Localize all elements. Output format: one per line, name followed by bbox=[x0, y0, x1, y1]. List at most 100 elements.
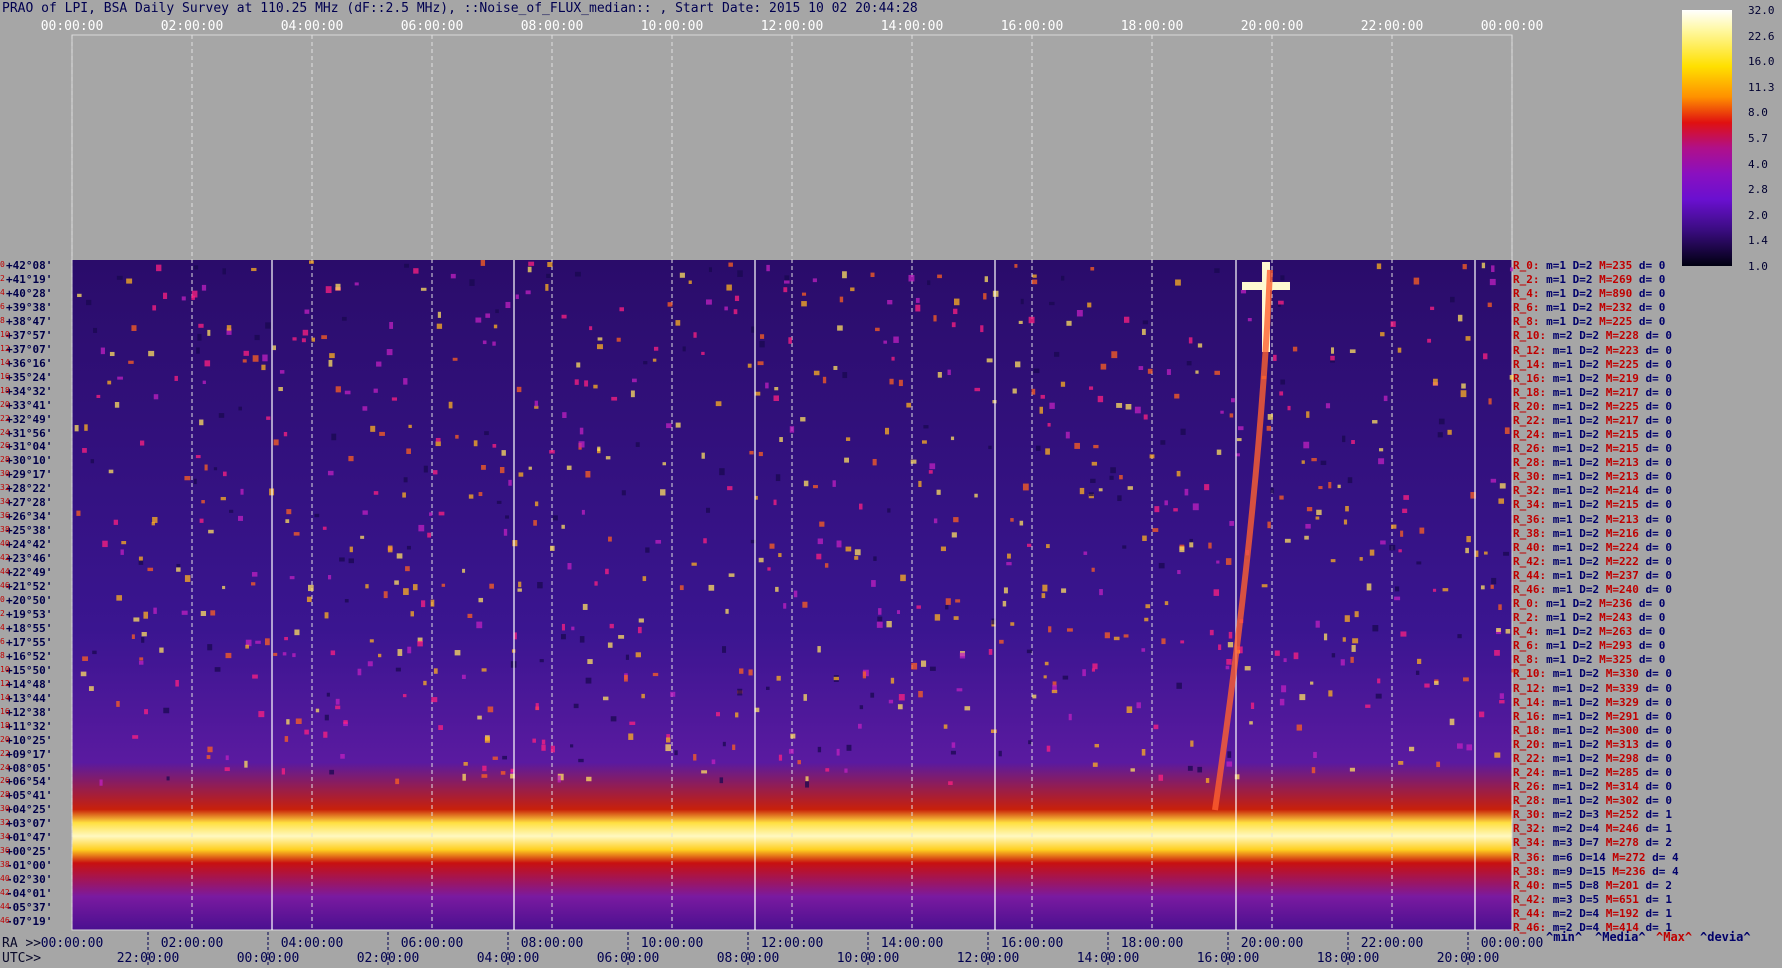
heatmap-cell bbox=[222, 268, 226, 275]
row-stat: R_14: m=1 D=2 M=225 d= 0 bbox=[1513, 357, 1672, 371]
heatmap-cell bbox=[1400, 631, 1407, 637]
heatmap-cell bbox=[735, 712, 739, 718]
heatmap-cell bbox=[408, 424, 412, 429]
heatmap-cell bbox=[518, 581, 522, 588]
heatmap-cell bbox=[988, 648, 993, 655]
row-stat: R_10: m=1 D=2 M=330 d= 0 bbox=[1513, 667, 1672, 681]
heatmap-cell bbox=[974, 387, 981, 392]
heatmap-cell bbox=[1409, 746, 1415, 752]
heatmap-cell bbox=[778, 553, 782, 558]
heatmap-cell bbox=[116, 275, 123, 280]
heatmap-cell bbox=[213, 467, 218, 471]
declination-label: +32°49' bbox=[6, 412, 53, 426]
heatmap-cell bbox=[597, 337, 603, 341]
heatmap-cell bbox=[1060, 381, 1066, 387]
heatmap-cell bbox=[1189, 542, 1194, 548]
heatmap-cell bbox=[873, 556, 877, 561]
heatmap-cell bbox=[1143, 414, 1148, 420]
heatmap-cell bbox=[732, 744, 736, 751]
heatmap-cell bbox=[1117, 495, 1122, 502]
heatmap-cell bbox=[210, 610, 216, 616]
top-tick-label: 02:00:00 bbox=[161, 19, 224, 34]
heatmap-cell bbox=[719, 777, 724, 784]
heatmap-cell bbox=[294, 629, 300, 636]
heatmap-cell bbox=[437, 311, 442, 318]
heatmap-cell bbox=[1331, 653, 1336, 658]
heatmap-cell bbox=[940, 546, 946, 552]
heatmap-cell bbox=[889, 378, 894, 385]
ra-tick-label: 10:00:00 bbox=[641, 936, 704, 951]
heatmap-cell bbox=[281, 768, 285, 775]
declination-label: +06°54' bbox=[6, 775, 53, 789]
heatmap-cell bbox=[376, 361, 382, 367]
heatmap-cell bbox=[597, 446, 601, 452]
heatmap-cell bbox=[1328, 481, 1332, 489]
heatmap-cell bbox=[1496, 627, 1501, 632]
row-index: 32 bbox=[0, 818, 10, 828]
row-stat: R_6: m=1 D=2 M=232 d= 0 bbox=[1513, 301, 1666, 315]
heatmap-cell bbox=[1094, 743, 1100, 748]
heatmap-cell bbox=[335, 386, 341, 393]
heatmap-cell bbox=[1483, 353, 1488, 360]
heatmap-cell bbox=[784, 280, 790, 284]
heatmap-cell bbox=[1179, 546, 1185, 553]
row-index: 6 bbox=[0, 301, 5, 311]
heatmap-cell bbox=[496, 500, 502, 504]
heatmap-cell bbox=[783, 287, 788, 293]
declination-label: +36°16' bbox=[6, 356, 53, 370]
top-tick-label: 20:00:00 bbox=[1241, 19, 1304, 34]
heatmap-cell bbox=[423, 680, 427, 686]
heatmap-cell bbox=[1031, 388, 1036, 395]
heatmap-cell bbox=[637, 626, 642, 634]
heatmap-cell bbox=[207, 746, 213, 753]
heatmap-cell bbox=[948, 781, 953, 785]
heatmap-cell bbox=[174, 375, 178, 381]
utc-tick-label: 08:00:00 bbox=[717, 951, 780, 966]
heatmap-cell bbox=[1380, 332, 1385, 337]
heatmap-cell bbox=[822, 376, 827, 384]
heatmap-cell bbox=[326, 692, 330, 697]
heatmap-cell bbox=[778, 754, 783, 761]
heatmap-cell bbox=[373, 388, 378, 393]
top-tick-label: 22:00:00 bbox=[1361, 19, 1424, 34]
heatmap-cell bbox=[584, 380, 589, 387]
heatmap-cell bbox=[1076, 309, 1083, 317]
heatmap-cell bbox=[679, 272, 685, 278]
heatmap-cell bbox=[208, 529, 214, 534]
heatmap-cell bbox=[954, 298, 960, 306]
heatmap-cell bbox=[1461, 383, 1466, 389]
heatmap-cell bbox=[207, 329, 211, 336]
heatmap-cell bbox=[1042, 584, 1048, 592]
heatmap-cell bbox=[906, 402, 912, 408]
heatmap-cell bbox=[645, 547, 650, 553]
heatmap-cell bbox=[492, 341, 496, 346]
heatmap-cell bbox=[701, 452, 705, 459]
colorbar-label: 11.3 bbox=[1748, 80, 1775, 94]
heatmap-cell bbox=[898, 694, 905, 701]
heatmap-cell bbox=[667, 302, 673, 307]
row-index: 44 bbox=[0, 567, 10, 577]
heatmap-cell bbox=[1249, 721, 1253, 725]
heatmap-cell bbox=[859, 705, 864, 710]
heatmap-cell bbox=[1049, 402, 1055, 409]
heatmap-cell bbox=[108, 469, 114, 474]
heatmap-cell bbox=[476, 621, 483, 629]
heatmap-cell bbox=[641, 693, 645, 699]
heatmap-cell bbox=[876, 621, 883, 628]
heatmap-cell bbox=[184, 476, 191, 481]
heatmap-cell bbox=[306, 596, 312, 603]
heatmap-cell bbox=[438, 725, 443, 730]
heatmap-cell bbox=[1442, 588, 1449, 592]
declination-label: +24°42' bbox=[6, 538, 53, 552]
colorbar bbox=[1682, 10, 1732, 266]
heatmap-cell bbox=[331, 433, 337, 441]
heatmap-cell bbox=[1457, 634, 1462, 639]
heatmap-cell bbox=[722, 741, 726, 747]
heatmap-cell bbox=[1284, 538, 1291, 543]
heatmap-cell bbox=[224, 767, 230, 772]
heatmap-cell bbox=[716, 712, 720, 717]
heatmap-cell bbox=[370, 425, 376, 432]
heatmap-cell bbox=[537, 581, 543, 589]
heatmap-cell bbox=[1354, 611, 1359, 618]
heatmap-cell bbox=[629, 721, 636, 725]
